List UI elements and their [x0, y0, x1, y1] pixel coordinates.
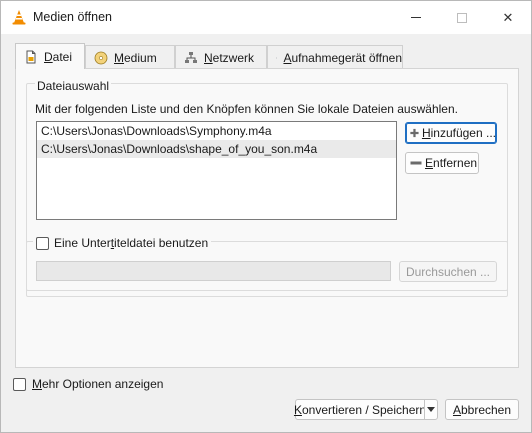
tab-network[interactable]: Netzwerk: [175, 45, 267, 69]
more-options-checkbox[interactable]: [13, 377, 26, 391]
tab-disc[interactable]: Medium: [85, 45, 175, 69]
close-button[interactable]: ✕: [485, 1, 531, 34]
maximize-button[interactable]: [439, 1, 485, 34]
plus-icon: [410, 128, 419, 138]
more-options-label: Mehr Optionen anzeigen: [32, 377, 164, 391]
subtitle-checkbox-row[interactable]: Eine Untertiteldatei benutzen: [33, 236, 212, 250]
tab-network-label: Netzwerk: [204, 50, 255, 65]
add-file-button[interactable]: Hinzufügen ...: [405, 122, 497, 144]
subtitle-path-field: [36, 261, 391, 281]
minus-icon: [410, 161, 422, 165]
convert-save-dropdown[interactable]: [424, 399, 438, 420]
tab-capture-device[interactable]: Aufnahmegerät öffnen: [267, 45, 403, 69]
minimize-icon: [411, 17, 421, 18]
file-list-item[interactable]: C:\Users\Jonas\Downloads\Symphony.m4a: [37, 122, 396, 140]
tab-file[interactable]: Datei: [15, 43, 85, 69]
file-icon: [26, 50, 36, 63]
tab-file-label: Datei: [44, 49, 73, 64]
add-file-label: Hinzufügen ...: [421, 126, 496, 140]
tab-capture-device-label: Aufnahmegerät öffnen: [283, 50, 402, 65]
chevron-down-icon: [427, 407, 435, 412]
convert-save-label: Konvertieren / Speichern: [293, 402, 427, 417]
window-title: Medien öffnen: [33, 10, 112, 24]
cancel-label: Abbrechen: [452, 402, 512, 417]
subtitle-checkbox-label: Eine Untertiteldatei benutzen: [54, 236, 209, 250]
title-bar: Medien öffnen ✕: [1, 1, 531, 34]
close-icon: ✕: [502, 9, 514, 25]
file-selection-group-label: Dateiauswahl: [35, 79, 112, 93]
maximize-icon: [457, 12, 467, 23]
cancel-button[interactable]: Abbrechen: [445, 399, 519, 420]
file-list[interactable]: C:\Users\Jonas\Downloads\Symphony.m4a C:…: [36, 121, 397, 220]
browse-subtitle-button: Durchsuchen ...: [399, 261, 497, 282]
tab-disc-label: Medium: [114, 50, 157, 65]
file-list-item[interactable]: C:\Users\Jonas\Downloads\shape_of_you_so…: [37, 140, 396, 158]
network-icon: [185, 51, 197, 63]
subtitle-checkbox[interactable]: [36, 236, 49, 250]
vlc-cone-icon: [12, 10, 26, 25]
capture-device-icon: [276, 56, 278, 59]
file-tab-panel: Dateiauswahl Mit der folgenden Liste und…: [15, 68, 519, 368]
disc-icon: [94, 51, 108, 64]
file-selection-description: Mit der folgenden Liste und den Knöpfen …: [35, 102, 458, 116]
more-options-row[interactable]: Mehr Optionen anzeigen: [13, 377, 163, 391]
convert-save-button[interactable]: Konvertieren / Speichern: [293, 399, 427, 420]
open-media-dialog: Medien öffnen ✕ Datei Medium Netzwerk Au…: [0, 0, 532, 433]
minimize-button[interactable]: [393, 1, 439, 34]
remove-file-button[interactable]: Entfernen: [405, 152, 479, 174]
remove-file-label: Entfernen: [425, 156, 478, 170]
